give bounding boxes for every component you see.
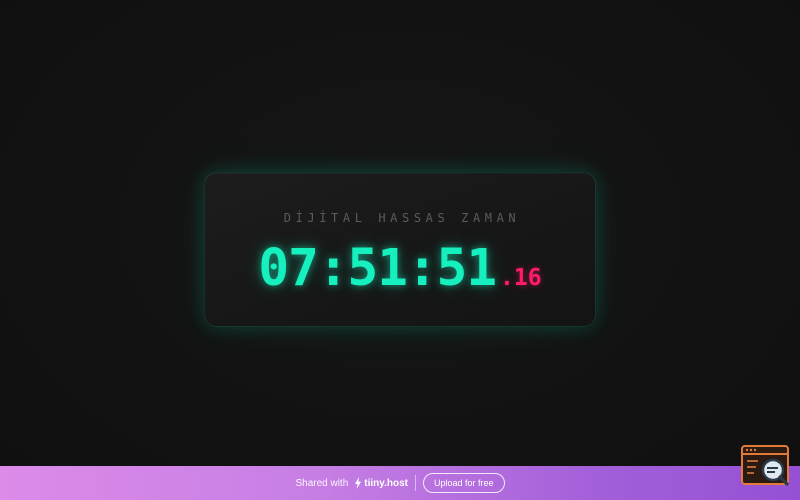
- clock-card: DİJİTAL HASSAS ZAMAN 07:51:51.16: [204, 172, 596, 327]
- clock-display: 07:51:51.16: [205, 239, 595, 298]
- brand-link[interactable]: tiiny.host: [354, 477, 408, 489]
- clock-title: DİJİTAL HASSAS ZAMAN: [283, 211, 521, 225]
- shared-with-label: Shared with: [295, 477, 349, 489]
- upload-button[interactable]: Upload for free: [422, 473, 505, 493]
- browser-search-icon[interactable]: [740, 444, 792, 488]
- clock-milliseconds: .16: [500, 265, 542, 291]
- clock-time: 07:51:51: [258, 239, 497, 298]
- divider: [414, 475, 416, 491]
- share-bar: Shared with tiiny.host Upload for free: [0, 466, 800, 500]
- bolt-icon: [355, 477, 362, 489]
- brand-name: tiiny.host: [364, 477, 408, 489]
- page: DİJİTAL HASSAS ZAMAN 07:51:51.16 Shared …: [0, 0, 800, 500]
